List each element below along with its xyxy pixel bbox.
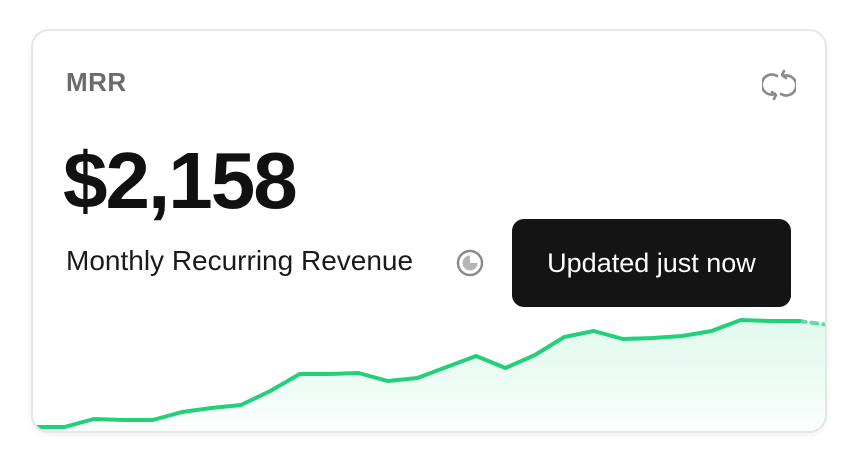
- card-title: MRR: [66, 67, 127, 97]
- refresh-icon: [762, 69, 796, 101]
- refresh-button[interactable]: [759, 65, 799, 105]
- mrr-value: $2,158: [63, 136, 298, 225]
- clock-info-icon[interactable]: [455, 248, 485, 278]
- updated-tooltip: Updated just now: [512, 219, 791, 307]
- mrr-label: Monthly Recurring Revenue: [66, 245, 414, 276]
- chart-area-fill: [35, 320, 825, 431]
- chart-projected-line: [797, 319, 825, 327]
- mrr-card: MRR $2,158 Monthly Recurring Revenue Upd…: [31, 29, 827, 433]
- chart-series-line: [33, 318, 802, 429]
